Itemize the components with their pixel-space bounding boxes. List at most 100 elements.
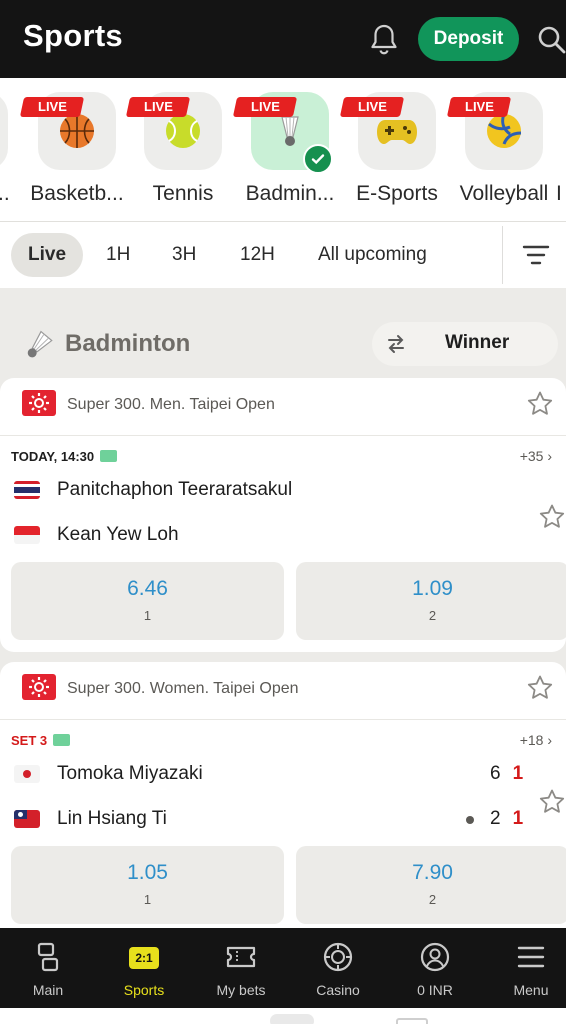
odds-button-2[interactable]: 1.09 2 [296,562,566,640]
singapore-flag-icon [14,526,40,544]
serve-indicator [466,816,474,824]
odds-button-1[interactable]: 1.05 1 [11,846,284,924]
tournament-header[interactable]: Super 300. Women. Taipei Open [0,662,566,720]
swap-icon [388,335,404,353]
nav-casino[interactable]: Casino [290,928,386,1008]
favorite-star-icon[interactable] [538,503,566,531]
filter-12h[interactable]: 12H [240,233,275,277]
match-time-text: TODAY, 14:30 [11,449,95,464]
ticket-icon [226,946,256,968]
tournament-flag-icon [22,390,56,416]
sport-carousel[interactable]: .. LIVE Basketb... LIVE Tennis LIVE [0,78,566,222]
nav-my-bets[interactable]: My bets [193,928,289,1008]
casino-chip-icon [323,942,353,972]
sport-item-esports[interactable]: LIVE E-Sports [339,92,452,212]
tournament-name: Super 300. Women. Taipei Open [67,680,299,697]
favorite-star-icon[interactable] [538,788,566,816]
account-icon [420,942,450,972]
sports-score-icon: 2:1 [129,947,159,969]
match-card: Super 300. Women. Taipei Open SET 3 +18 … [0,662,566,928]
sport-label: Volleyball [459,182,549,205]
nav-label: Main [32,982,64,998]
search-icon[interactable] [536,24,566,56]
divider [502,226,503,284]
hamburger-menu-icon [517,946,545,968]
nav-label: Casino [316,982,360,998]
system-home-bar [0,1008,566,1024]
selected-check-icon [303,144,333,174]
outcome-label: 1 [143,892,152,907]
filter-all-upcoming[interactable]: All upcoming [318,233,427,277]
main-icon [37,942,59,972]
shuttlecock-icon [281,116,299,146]
sport-label: E-Sports [356,182,438,205]
outcome-label: 2 [428,892,437,907]
nav-label: Menu [513,982,549,998]
score-team1: 61 [490,763,523,785]
sport-label: Tennis [152,182,214,205]
market-selector[interactable]: Winner [372,322,558,366]
nav-main[interactable]: Main [0,928,96,1008]
filter-1h[interactable]: 1H [106,233,130,277]
odds-value: 1.05 [127,861,168,884]
live-badge: LIVE [232,97,298,117]
odds-value: 6.46 [127,577,168,600]
market-label: Winner [445,332,510,353]
sport-item-partial-left[interactable] [0,92,8,170]
more-markets-link[interactable]: +35 › [520,448,552,464]
team-name: Panitchaphon Teeraratsakul [57,479,293,500]
sport-label-partial-right: I [556,182,562,205]
sport-label: Badmin... [245,182,335,205]
live-badge: LIVE [19,97,85,117]
tournament-flag-icon [22,674,56,700]
nav-label: My bets [216,982,266,998]
tennis-ball-icon [166,114,200,148]
match-time: TODAY, 14:30 [11,449,118,464]
sport-label: Basketb... [30,182,124,205]
team-name: Lin Hsiang Ti [57,808,167,829]
team-name: Kean Yew Loh [57,524,179,545]
tournament-name: Super 300. Men. Taipei Open [67,396,275,413]
nav-menu[interactable]: Menu [483,928,566,1008]
odds-value: 1.09 [412,577,453,600]
favorite-star-icon[interactable] [526,390,554,418]
sport-item-basketball[interactable]: LIVE Basketb... [19,92,132,212]
point-score: 1 [512,808,524,829]
match-status-text: SET 3 [11,733,48,748]
nav-account[interactable]: 0 INR [387,928,483,1008]
sport-item-badminton[interactable]: LIVE Badmin... [232,92,345,212]
team-row: Lin Hsiang Ti [14,804,167,834]
filter-live[interactable]: Live [11,233,84,277]
point-score: 1 [512,763,524,784]
filter-3h[interactable]: 3H [172,233,196,277]
live-badge: LIVE [446,97,512,117]
nav-sports[interactable]: 2:1 Sports [96,928,192,1008]
page-title: Sports [23,18,123,53]
set-score: 2 [490,808,501,829]
bottom-navigation: Main 2:1 Sports My bets Casino 0 INR Men… [0,928,566,1008]
deposit-button[interactable]: Deposit [418,17,519,61]
match-status: SET 3 [11,733,71,748]
live-badge: LIVE [125,97,191,117]
notification-bell-icon[interactable] [368,22,400,56]
sport-item-volleyball[interactable]: LIVE Volleyball [446,92,559,212]
odds-button-2[interactable]: 7.90 2 [296,846,566,924]
outcome-label: 1 [143,608,152,623]
odds-value: 7.90 [412,861,453,884]
sport-section-header: Badminton Winner [0,318,566,370]
more-markets-link[interactable]: +18 › [520,732,552,748]
recents-indicator [396,1018,428,1024]
sport-item-tennis[interactable]: LIVE Tennis [125,92,238,212]
shuttlecock-icon [27,330,53,358]
scoreboard-icon [53,734,71,746]
team-name: Tomoka Miyazaki [57,763,203,784]
basketball-icon [60,114,94,148]
filter-icon[interactable] [522,242,550,268]
tournament-header[interactable]: Super 300. Men. Taipei Open [0,378,566,436]
odds-button-1[interactable]: 6.46 1 [11,562,284,640]
gamepad-icon [377,120,417,144]
favorite-star-icon[interactable] [526,674,554,702]
thailand-flag-icon [14,481,40,499]
team-row: Panitchaphon Teeraratsakul [14,475,292,505]
team-row: Tomoka Miyazaki [14,759,203,789]
